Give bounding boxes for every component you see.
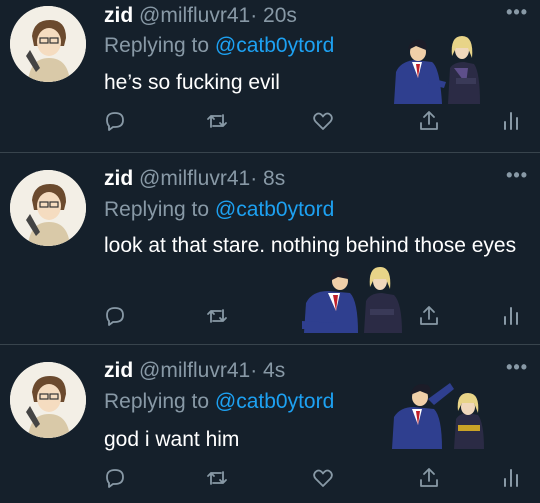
analytics-button[interactable] [496, 463, 526, 493]
avatar[interactable] [10, 170, 86, 246]
tweet-header: zid @milfluvr41· 4s [104, 359, 285, 383]
mention-link[interactable]: @catb0ytord [215, 390, 334, 413]
more-options-icon[interactable]: ••• [506, 2, 528, 23]
timestamp[interactable]: · 4s [250, 359, 285, 382]
analytics-icon [504, 469, 518, 487]
tweet-actions [100, 463, 530, 493]
analytics-icon [504, 307, 518, 325]
like-button[interactable] [308, 463, 338, 493]
retweet-button[interactable] [202, 301, 232, 331]
like-button[interactable] [308, 106, 338, 136]
share-icon [420, 306, 438, 325]
analytics-button[interactable] [496, 106, 526, 136]
retweet-icon [207, 114, 227, 128]
tweet-3[interactable]: zid @milfluvr41· 4s ••• Replying to @cat… [0, 345, 540, 503]
tweet-actions [100, 106, 530, 136]
analytics-icon [504, 112, 518, 130]
avatar[interactable] [10, 6, 86, 82]
share-button[interactable] [414, 463, 444, 493]
avatar-image [10, 170, 86, 246]
replying-to: Replying to @catb0ytord [104, 390, 334, 414]
analytics-button[interactable] [496, 301, 526, 331]
display-name[interactable]: zid [104, 167, 133, 190]
reply-icon [106, 469, 124, 488]
reply-button[interactable] [100, 463, 130, 493]
replying-to-label: Replying to [104, 198, 210, 221]
like-icon [313, 469, 333, 487]
user-handle[interactable]: @milfluvr41 [139, 167, 250, 190]
tweet-media-sprite[interactable] [386, 28, 486, 104]
reply-button[interactable] [100, 301, 130, 331]
replying-to-label: Replying to [104, 34, 210, 57]
tweet-2[interactable]: zid @milfluvr41· 8s ••• Replying to @cat… [0, 153, 540, 344]
share-button[interactable] [414, 106, 444, 136]
avatar-image [10, 6, 86, 82]
like-icon [313, 112, 333, 130]
retweet-button[interactable] [202, 106, 232, 136]
replying-to-label: Replying to [104, 390, 210, 413]
display-name[interactable]: zid [104, 4, 133, 27]
tweet-media-sprite[interactable] [388, 379, 488, 449]
share-icon [420, 468, 438, 487]
more-options-icon[interactable]: ••• [506, 165, 528, 186]
timestamp[interactable]: · 8s [250, 167, 285, 190]
replying-to: Replying to @catb0ytord [104, 34, 334, 58]
tweet-actions [100, 301, 530, 331]
tweet-text: look at that stare. nothing behind those… [104, 234, 517, 257]
mention-link[interactable]: @catb0ytord [215, 198, 334, 221]
timestamp[interactable]: · 20s [250, 4, 297, 27]
display-name[interactable]: zid [104, 359, 133, 382]
share-icon [420, 111, 438, 130]
tweet-header: zid @milfluvr41· 20s [104, 4, 297, 28]
avatar-image [10, 362, 86, 438]
replying-to: Replying to @catb0ytord [104, 198, 334, 222]
user-handle[interactable]: @milfluvr41 [139, 359, 250, 382]
reply-icon [106, 112, 124, 131]
tweet-1[interactable]: zid @milfluvr41· 20s ••• Replying to @ca… [0, 0, 540, 152]
more-options-icon[interactable]: ••• [506, 357, 528, 378]
reply-button[interactable] [100, 106, 130, 136]
tweet-header: zid @milfluvr41· 8s [104, 167, 285, 191]
retweet-button[interactable] [202, 463, 232, 493]
retweet-icon [207, 471, 227, 485]
mention-link[interactable]: @catb0ytord [215, 34, 334, 57]
share-button[interactable] [414, 301, 444, 331]
user-handle[interactable]: @milfluvr41 [139, 4, 250, 27]
retweet-icon [207, 309, 227, 323]
reply-icon [106, 307, 124, 326]
avatar[interactable] [10, 362, 86, 438]
